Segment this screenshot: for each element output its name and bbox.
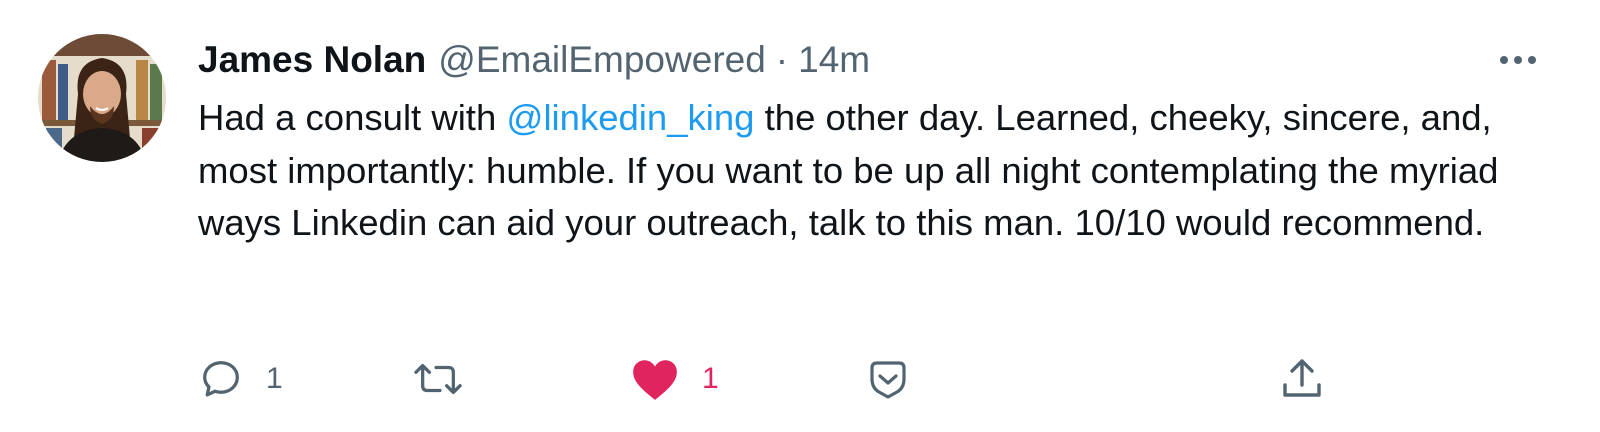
share-button[interactable] xyxy=(1278,354,1326,404)
mention-link[interactable]: @linkedin_king xyxy=(506,97,754,138)
retweet-button[interactable] xyxy=(410,354,488,404)
tweet-header: James Nolan @EmailEmpowered · 14m xyxy=(198,36,870,84)
more-options-button[interactable] xyxy=(1494,40,1542,80)
header-separator: · xyxy=(775,39,789,80)
tweet-text-part1: Had a consult with xyxy=(198,97,507,138)
reply-button[interactable]: 1 xyxy=(198,354,283,404)
retweet-icon xyxy=(414,363,462,395)
like-count: 1 xyxy=(702,362,719,395)
ellipsis-icon xyxy=(1500,56,1536,64)
heart-icon xyxy=(633,360,677,400)
tweet-text: Had a consult with @linkedin_king the ot… xyxy=(198,92,1568,250)
tweet-timestamp[interactable]: 14m xyxy=(798,36,870,84)
reply-icon xyxy=(203,361,239,397)
avatar-image xyxy=(38,34,166,162)
author-avatar[interactable] xyxy=(38,34,166,162)
bookmark-icon xyxy=(870,361,906,399)
tweet-actions: 1 1 xyxy=(0,354,1600,404)
author-handle[interactable]: @EmailEmpowered xyxy=(438,36,766,84)
save-button[interactable] xyxy=(864,354,912,404)
share-icon xyxy=(1283,359,1321,397)
tweet-card: James Nolan @EmailEmpowered · 14m Had a … xyxy=(0,0,1600,432)
author-display-name[interactable]: James Nolan xyxy=(198,36,426,84)
like-button[interactable]: 1 xyxy=(630,354,719,404)
reply-count: 1 xyxy=(266,362,283,395)
